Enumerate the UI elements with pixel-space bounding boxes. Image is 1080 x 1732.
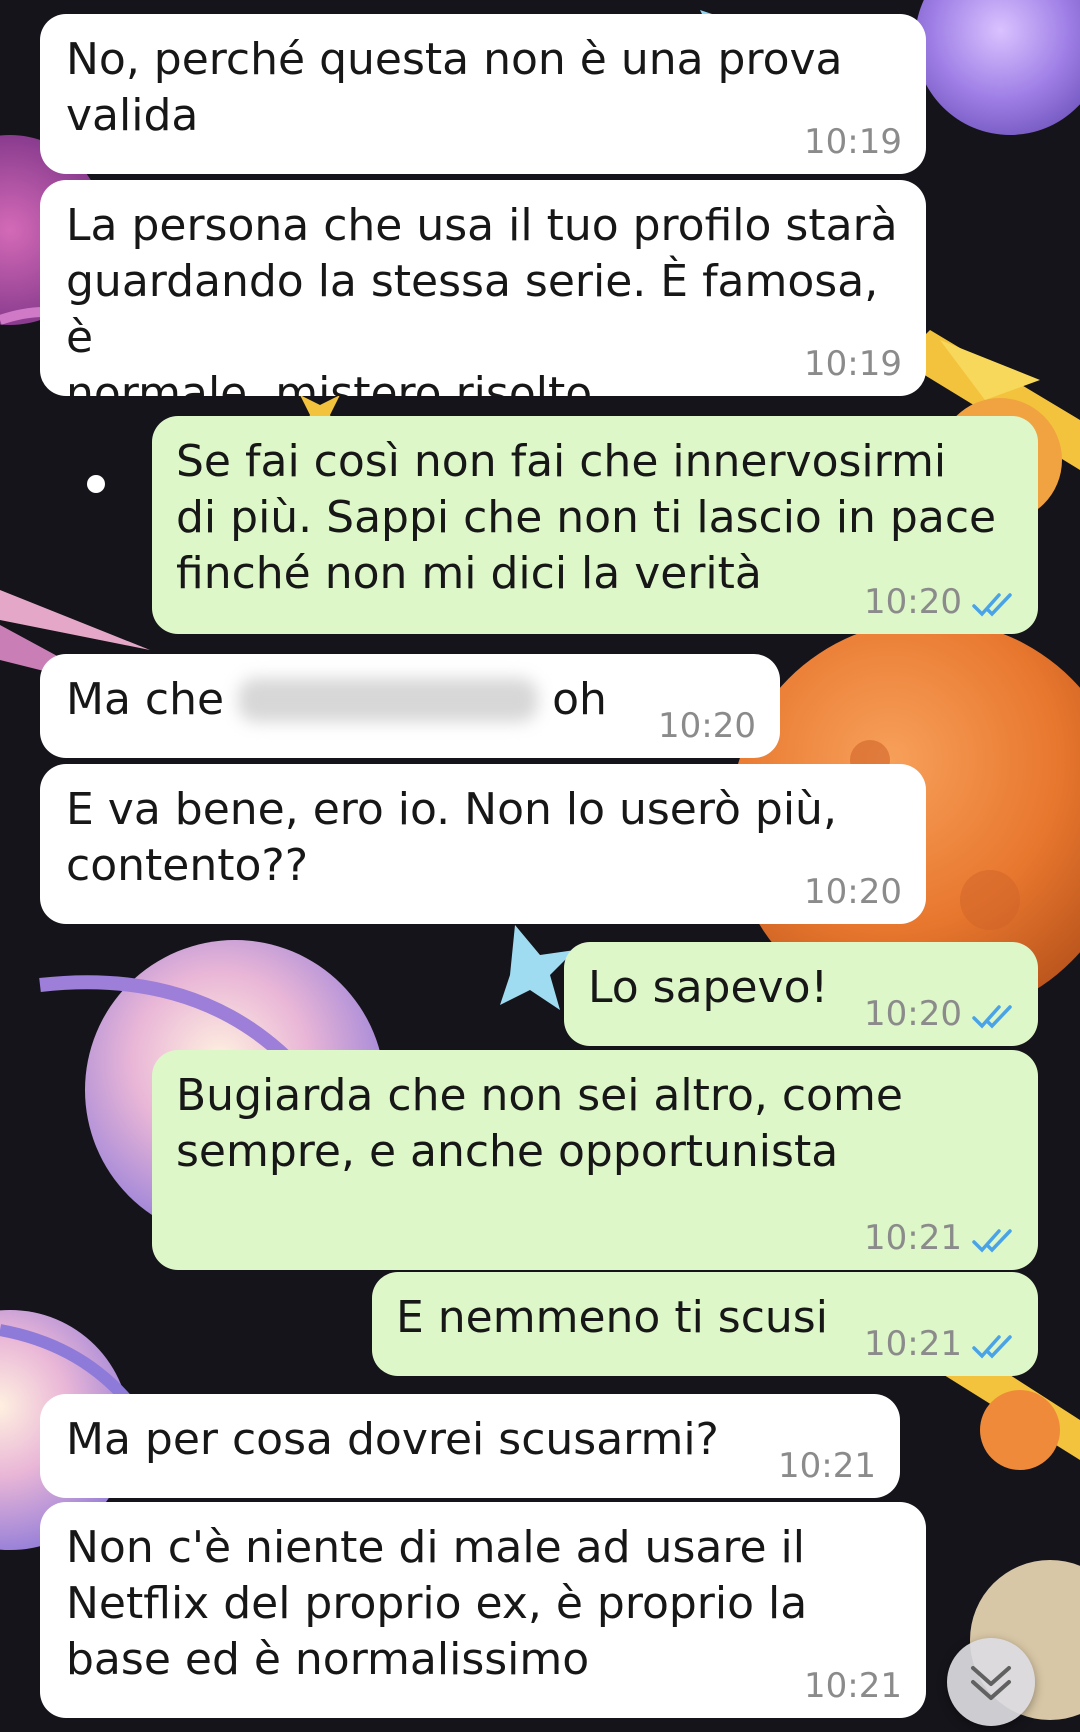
message-time: 10:21 [778, 1446, 876, 1486]
message-time: 10:21 [864, 1324, 962, 1364]
message-meta: 10:21 [778, 1448, 876, 1484]
message-time: 10:20 [864, 994, 962, 1034]
message-meta: 10:20 [864, 584, 1016, 620]
double-check-icon [972, 1335, 1012, 1359]
scroll-to-bottom-button[interactable] [947, 1638, 1035, 1726]
outgoing-message[interactable]: Lo sapevo! 10:20 [564, 942, 1038, 1046]
outgoing-message[interactable]: E nemmeno ti scusi 10:21 [372, 1272, 1038, 1376]
message-time: 10:21 [864, 1218, 962, 1258]
message-meta: 10:20 [864, 996, 1016, 1032]
incoming-message[interactable]: No, perché questa non è una prova valida… [40, 14, 926, 174]
message-time: 10:21 [804, 1666, 902, 1706]
message-time: 10:19 [804, 122, 902, 162]
message-time: 10:20 [864, 582, 962, 622]
message-meta: 10:19 [804, 346, 902, 382]
message-text-start: Ma che [66, 674, 225, 725]
message-meta: 10:21 [804, 1668, 902, 1704]
message-time: 10:20 [658, 706, 756, 746]
message-text: Ma per cosa dovrei scusarmi? [66, 1414, 719, 1465]
message-text: Se fai così non fai che innervosirmi di … [176, 436, 997, 599]
double-check-icon [972, 593, 1012, 617]
message-text: No, perché questa non è una prova valida [66, 34, 843, 141]
message-text: Non c'è niente di male ad usare il Netfl… [66, 1522, 808, 1685]
message-text: Bugiarda che non sei altro, come sempre,… [176, 1070, 903, 1177]
outgoing-message[interactable]: Se fai così non fai che innervosirmi di … [152, 416, 1038, 634]
message-meta: 10:19 [804, 124, 902, 160]
message-meta: 10:20 [804, 874, 902, 910]
message-text: E va bene, ero io. Non lo userò più, con… [66, 784, 837, 891]
incoming-message[interactable]: La persona che usa il tuo profilo starà … [40, 180, 926, 396]
message-text-end: oh [552, 674, 607, 725]
incoming-message[interactable]: Non c'è niente di male ad usare il Netfl… [40, 1502, 926, 1718]
message-time: 10:20 [804, 872, 902, 912]
message-meta: 10:21 [864, 1220, 1016, 1256]
incoming-message[interactable]: Ma che oh 10:20 [40, 654, 780, 758]
redacted-text-blur [238, 678, 539, 722]
incoming-message[interactable]: E va bene, ero io. Non lo userò più, con… [40, 764, 926, 924]
message-meta: 10:21 [864, 1326, 1016, 1362]
chevron-double-down-icon [971, 1666, 1011, 1700]
message-time: 10:19 [804, 344, 902, 384]
incoming-message[interactable]: Ma per cosa dovrei scusarmi? 10:21 [40, 1394, 900, 1498]
double-check-icon [972, 1005, 1012, 1029]
message-text: Ma che oh [66, 672, 754, 728]
double-check-icon [972, 1229, 1012, 1253]
message-meta: 10:20 [658, 708, 756, 744]
outgoing-message[interactable]: Bugiarda che non sei altro, come sempre,… [152, 1050, 1038, 1270]
chat-scroll-area[interactable]: No, perché questa non è una prova valida… [0, 0, 1080, 1732]
message-text: La persona che usa il tuo profilo starà … [66, 200, 898, 396]
